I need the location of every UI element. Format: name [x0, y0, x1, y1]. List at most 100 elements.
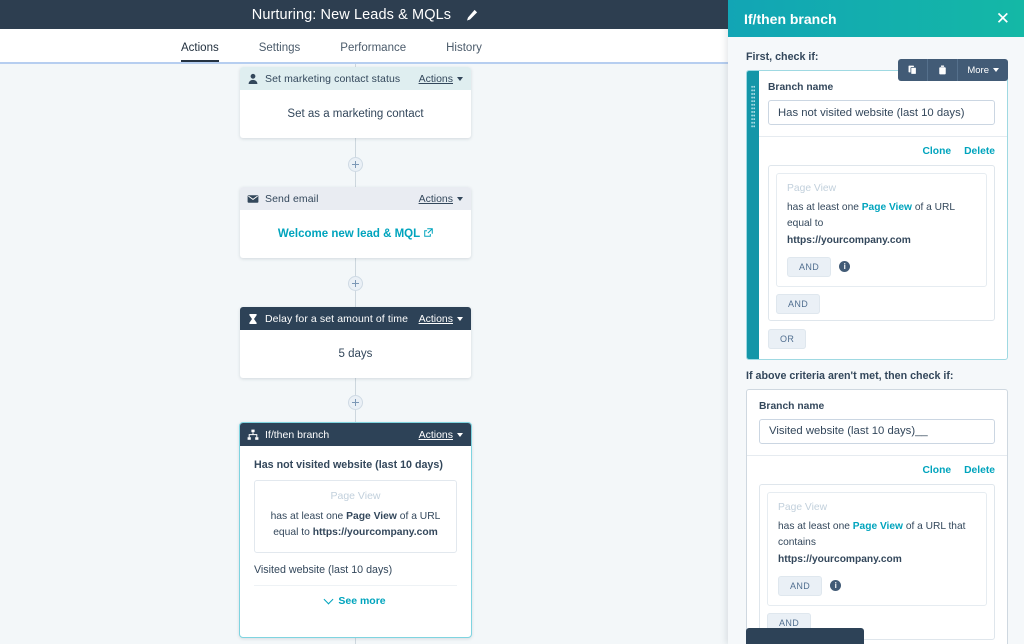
tab-settings[interactable]: Settings [259, 42, 301, 64]
card-body-text: Set as a marketing contact [287, 108, 424, 120]
tab-bar: Actions Settings Performance History [0, 29, 730, 63]
contact-icon [247, 73, 259, 85]
email-link[interactable]: Welcome new lead & MQL [278, 228, 433, 240]
card-body: Set as a marketing contact [240, 90, 471, 138]
and-button-inner[interactable]: AND [787, 256, 832, 277]
panel-save-button[interactable] [746, 628, 864, 644]
clone-button[interactable]: Clone [922, 465, 951, 476]
branch-name-label: Branch name [768, 82, 834, 93]
page-title: Nurturing: New Leads & MQLs [252, 7, 478, 23]
chevron-down-icon [457, 196, 463, 201]
criteria-type: Page View [852, 520, 903, 532]
delete-button[interactable]: Delete [964, 465, 995, 476]
workflow-step-card-marketing-status[interactable]: Set marketing contact status Actions Set… [240, 67, 471, 138]
criteria-type-placeholder: Page View [787, 183, 837, 194]
card-title: Delay for a set amount of time [247, 313, 419, 325]
panel-branch-card-1[interactable]: Branch name Clone Delete Page View has a… [746, 70, 1008, 360]
and-button-outer[interactable]: AND [776, 293, 821, 314]
card-actions-menu[interactable]: Actions [419, 73, 463, 85]
branch-two-label: Visited website (last 10 days) [254, 563, 393, 576]
panel-title: If/then branch [744, 10, 837, 27]
card-actions-menu[interactable]: Actions [419, 193, 463, 205]
panel-body: First, check if: Branch name Clone Delet… [728, 37, 1024, 644]
condition-type-placeholder: Page View [330, 490, 381, 502]
criteria-url: https://yourcompany.com [787, 234, 911, 246]
and-button-inner[interactable]: AND [778, 575, 823, 596]
branch-name-input-2[interactable] [759, 418, 995, 444]
card-actions-label: Actions [418, 72, 453, 85]
criteria-group-and-row: AND [769, 293, 994, 320]
criteria-and-row: AND i [778, 575, 976, 596]
tab-history[interactable]: History [446, 42, 482, 64]
card-header: Set marketing contact status Actions [240, 67, 471, 90]
sitemap-icon [247, 429, 259, 441]
add-step-button-1[interactable] [348, 157, 363, 172]
see-more-label: See more [338, 594, 386, 607]
branch-mini-toolbar: More [898, 59, 1008, 81]
card-title-text: If/then branch [265, 428, 330, 441]
card-body-text: 5 days [338, 348, 373, 360]
branch-one-condition: Page View has at least one Page View of … [254, 480, 457, 553]
panel-header: If/then branch ✕ [728, 0, 1024, 37]
criteria-description: has at least one Page View of a URL equa… [787, 200, 976, 249]
pencil-icon[interactable] [466, 9, 478, 21]
branch-row-actions: Clone Delete [759, 465, 995, 476]
workflow-step-card-if-then-branch[interactable]: If/then branch Actions Has not visited w… [239, 422, 472, 638]
chevron-down-icon [993, 68, 999, 72]
card-actions-menu[interactable]: Actions [419, 313, 463, 325]
panel-branch-inner: Branch name Clone Delete Page View has a… [747, 390, 1007, 644]
card-header: Delay for a set amount of time Actions [240, 307, 471, 330]
close-icon[interactable]: ✕ [996, 10, 1010, 27]
criteria-and-row: AND i [787, 256, 976, 277]
add-step-button-3[interactable] [348, 395, 363, 410]
criteria-description: has at least one Page View of a URL that… [778, 519, 976, 568]
card-body: Welcome new lead & MQL [240, 210, 471, 258]
criteria-item[interactable]: Page View has at least one Page View of … [767, 491, 987, 606]
workflow-step-card-delay[interactable]: Delay for a set amount of time Actions 5… [240, 307, 471, 378]
branch-row-actions: Clone Delete [768, 146, 995, 157]
divider [747, 136, 1007, 137]
branch-one-label: Has not visited website (last 10 days) [254, 459, 443, 471]
workflow-step-card-send-email[interactable]: Send email Actions Welcome new lead & MQ… [240, 187, 471, 258]
criteria-url: https://yourcompany.com [778, 553, 902, 565]
info-icon[interactable]: i [830, 580, 842, 592]
card-title: If/then branch [247, 429, 419, 441]
divider [747, 454, 1007, 456]
if-then-branch-panel: If/then branch ✕ More First, check if: B… [728, 0, 1024, 644]
panel-branch-card-2[interactable]: Branch name Clone Delete Page View has a… [746, 388, 1008, 644]
branch-name-label: Branch name [759, 400, 825, 412]
external-link-icon [424, 228, 433, 237]
delete-branch-button[interactable] [928, 59, 959, 81]
card-actions-label: Actions [418, 312, 453, 325]
branch-name-input-1[interactable] [768, 100, 995, 125]
see-more-button[interactable]: See more [254, 594, 457, 607]
more-menu-button[interactable]: More [958, 59, 1008, 81]
card-title: Set marketing contact status [247, 73, 419, 85]
condition-prefix: has at least one [270, 511, 347, 522]
info-icon[interactable]: i [839, 261, 851, 273]
criteria-type: Page View [861, 202, 912, 213]
criteria-type-placeholder: Page View [778, 501, 828, 513]
card-title-text: Send email [265, 192, 319, 205]
app-root: Nurturing: New Leads & MQLs Actions Sett… [0, 0, 1024, 644]
criteria-prefix: has at least one [778, 520, 853, 532]
card-title-text: Delay for a set amount of time [265, 312, 409, 325]
card-header: If/then branch Actions [240, 423, 471, 446]
criteria-prefix: has at least one [787, 202, 862, 213]
card-actions-menu[interactable]: Actions [419, 429, 463, 441]
delete-button[interactable]: Delete [964, 146, 995, 157]
chevron-down-icon [457, 432, 463, 437]
trash-icon [938, 65, 947, 75]
card-title-text: Set marketing contact status [265, 72, 401, 85]
tab-actions[interactable]: Actions [181, 42, 219, 63]
copy-branch-button[interactable] [898, 59, 929, 81]
tab-performance[interactable]: Performance [340, 42, 406, 64]
criteria-item[interactable]: Page View has at least one Page View of … [776, 173, 987, 287]
card-body: Has not visited website (last 10 days) P… [240, 446, 471, 607]
clone-button[interactable]: Clone [922, 146, 951, 157]
add-step-button-2[interactable] [348, 276, 363, 291]
drag-handle[interactable] [747, 71, 759, 359]
chevron-down-icon [457, 76, 463, 81]
or-button[interactable]: OR [768, 328, 807, 349]
